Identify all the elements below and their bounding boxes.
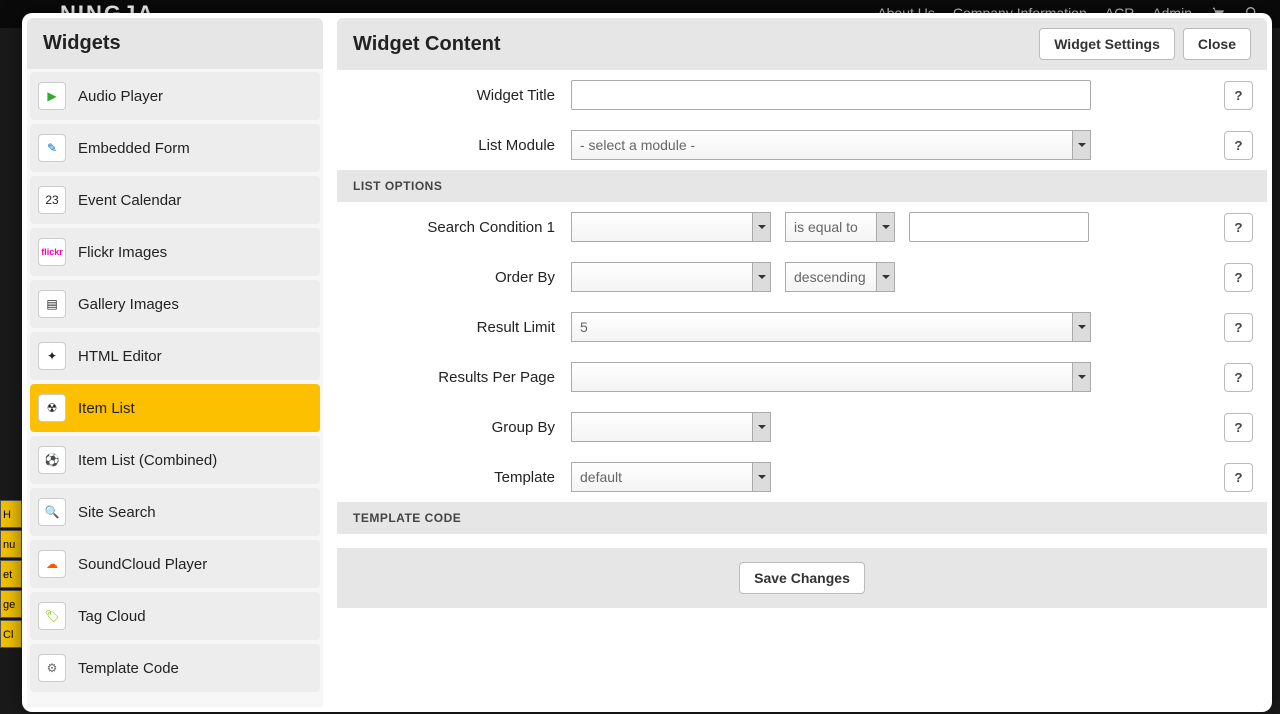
row-order-by: Order By descending ? <box>337 252 1267 302</box>
search-field-select[interactable] <box>571 212 771 242</box>
label-order-by: Order By <box>337 269 555 286</box>
help-icon[interactable]: ? <box>1224 131 1253 160</box>
sidebar: Widgets ▶ Audio Player ✎ Embedded Form 23 Eve… <box>27 18 323 707</box>
tag-icon: 🏷 <box>38 602 66 630</box>
label-group-by: Group By <box>337 419 555 436</box>
results-per-page-select[interactable] <box>571 362 1091 392</box>
search-value-input[interactable] <box>909 212 1089 242</box>
form-icon: ✎ <box>38 134 66 162</box>
label-template: Template <box>337 469 555 486</box>
cal-icon: 23 <box>38 186 66 214</box>
help-icon[interactable]: ? <box>1224 263 1253 292</box>
result-limit-select[interactable]: 5 <box>571 312 1091 342</box>
help-icon[interactable]: ? <box>1224 363 1253 392</box>
sidebar-item-audio-player[interactable]: ▶ Audio Player <box>30 72 320 120</box>
gallery-icon: ▤ <box>38 290 66 318</box>
content-title: Widget Content <box>353 33 501 56</box>
search-icon: 🔍 <box>38 498 66 526</box>
sidebar-item-flickr-images[interactable]: flickr Flickr Images <box>30 228 320 276</box>
sidebar-item-html-editor[interactable]: ✦ HTML Editor <box>30 332 320 380</box>
sidebar-item-label: Gallery Images <box>78 296 179 313</box>
combined-icon: ⚽ <box>38 446 66 474</box>
sidebar-item-label: Audio Player <box>78 88 163 105</box>
sidebar-item-label: Site Search <box>78 504 156 521</box>
label-widget-title: Widget Title <box>337 87 555 104</box>
sidebar-item-label: SoundCloud Player <box>78 556 207 573</box>
save-bar: Save Changes <box>337 548 1267 608</box>
sidebar-item-template-code[interactable]: ⚙ Template Code <box>30 644 320 692</box>
sidebar-item-label: Embedded Form <box>78 140 190 157</box>
flickr-icon: flickr <box>38 238 66 266</box>
sidebar-item-label: Flickr Images <box>78 244 167 261</box>
close-button[interactable]: Close <box>1183 28 1251 60</box>
content-panel: Widget Content Widget Settings Close Wid… <box>337 18 1267 707</box>
label-list-module: List Module <box>337 137 555 154</box>
widget-list[interactable]: ▶ Audio Player ✎ Embedded Form 23 Event Calen… <box>27 69 323 707</box>
search-operator-select[interactable]: is equal to <box>785 212 895 242</box>
widget-settings-button[interactable]: Widget Settings <box>1039 28 1175 60</box>
order-by-field-select[interactable] <box>571 262 771 292</box>
sidebar-title: Widgets <box>27 18 323 69</box>
modal-dialog: Widgets ▶ Audio Player ✎ Embedded Form 23 Eve… <box>22 13 1272 712</box>
section-list-options: LIST OPTIONS <box>337 170 1267 202</box>
list-module-select[interactable]: - select a module - <box>571 130 1091 160</box>
save-changes-button[interactable]: Save Changes <box>739 562 865 594</box>
help-icon[interactable]: ? <box>1224 413 1253 442</box>
row-group-by: Group By ? <box>337 402 1267 452</box>
sidebar-item-label: Tag Cloud <box>78 608 146 625</box>
section-template-code: TEMPLATE CODE <box>337 502 1267 534</box>
group-by-select[interactable] <box>571 412 771 442</box>
sidebar-item-event-calendar[interactable]: 23 Event Calendar <box>30 176 320 224</box>
sidebar-item-label: Template Code <box>78 660 179 677</box>
form-area: Widget Title ? List Module - select a mo… <box>337 70 1267 707</box>
row-result-limit: Result Limit 5 ? <box>337 302 1267 352</box>
sidebar-item-gallery-images[interactable]: ▤ Gallery Images <box>30 280 320 328</box>
content-header: Widget Content Widget Settings Close <box>337 18 1267 70</box>
row-list-module: List Module - select a module - ? <box>337 120 1267 170</box>
row-widget-title: Widget Title ? <box>337 70 1267 120</box>
help-icon[interactable]: ? <box>1224 81 1253 110</box>
html-icon: ✦ <box>38 342 66 370</box>
label-search-condition: Search Condition 1 <box>337 219 555 236</box>
help-icon[interactable]: ? <box>1224 313 1253 342</box>
code-icon: ⚙ <box>38 654 66 682</box>
row-template: Template default ? <box>337 452 1267 502</box>
sidebar-item-label: HTML Editor <box>78 348 162 365</box>
sidebar-item-site-search[interactable]: 🔍 Site Search <box>30 488 320 536</box>
play-icon: ▶ <box>38 82 66 110</box>
row-search-condition: Search Condition 1 is equal to ? <box>337 202 1267 252</box>
help-icon[interactable]: ? <box>1224 463 1253 492</box>
template-select[interactable]: default <box>571 462 771 492</box>
sidebar-item-label: Event Calendar <box>78 192 181 209</box>
sidebar-item-label: Item List <box>78 400 135 417</box>
label-result-limit: Result Limit <box>337 319 555 336</box>
label-results-per-page: Results Per Page <box>337 369 555 386</box>
sidebar-item-label: Item List (Combined) <box>78 452 217 469</box>
item-icon: ☢ <box>38 394 66 422</box>
sidebar-item-item-list-combined-[interactable]: ⚽ Item List (Combined) <box>30 436 320 484</box>
widget-title-input[interactable] <box>571 80 1091 110</box>
sidebar-item-item-list[interactable]: ☢ Item List <box>30 384 320 432</box>
row-results-per-page: Results Per Page ? <box>337 352 1267 402</box>
background-tabs: HnuetgeCl <box>0 500 22 690</box>
sound-icon: ☁ <box>38 550 66 578</box>
sidebar-item-soundcloud-player[interactable]: ☁ SoundCloud Player <box>30 540 320 588</box>
sidebar-item-embedded-form[interactable]: ✎ Embedded Form <box>30 124 320 172</box>
help-icon[interactable]: ? <box>1224 213 1253 242</box>
sidebar-item-tag-cloud[interactable]: 🏷 Tag Cloud <box>30 592 320 640</box>
order-by-dir-select[interactable]: descending <box>785 262 895 292</box>
